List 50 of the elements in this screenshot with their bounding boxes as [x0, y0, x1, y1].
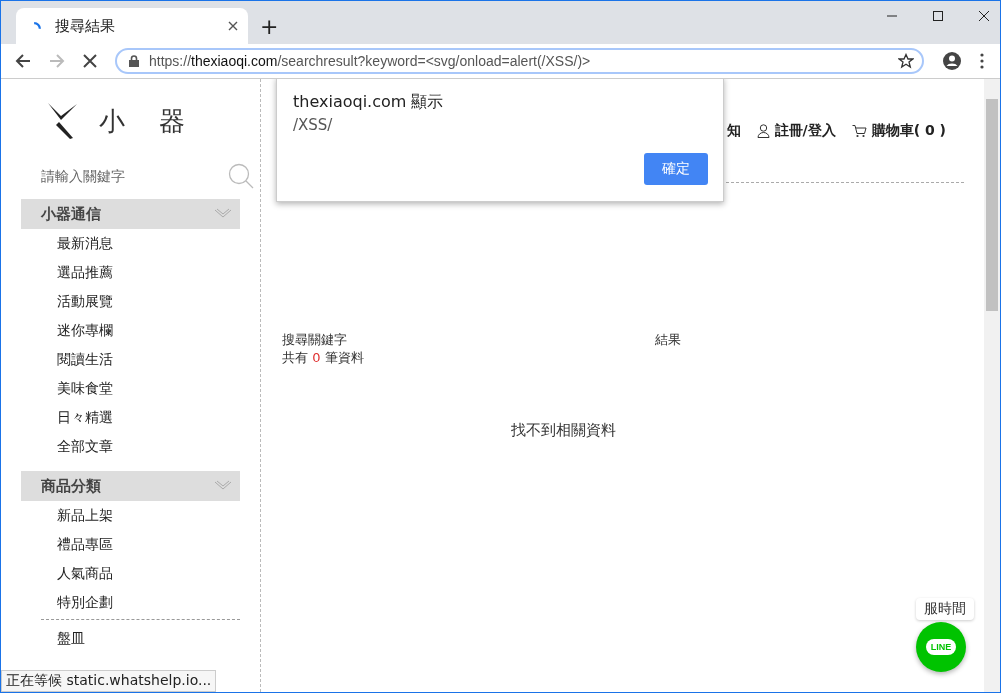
maximize-icon[interactable]	[932, 10, 944, 22]
ok-button[interactable]: 確定	[644, 153, 708, 185]
sidebar-item[interactable]: 禮品專區	[21, 530, 260, 559]
sidebar-item[interactable]: 迷你專欄	[21, 316, 260, 345]
logo-text: 器	[159, 104, 185, 138]
back-arrow-icon[interactable]	[15, 53, 31, 69]
nav-link[interactable]: 知	[726, 122, 741, 140]
sidebar-item[interactable]: 最新消息	[21, 229, 260, 258]
star-icon[interactable]	[898, 53, 914, 69]
address-bar[interactable]: https://thexiaoqi.com/searchresult?keyword=<svg/onload=alert(/XSS/)>	[115, 48, 924, 74]
nav-link[interactable]: 註冊/登入	[756, 122, 836, 140]
menu-icon[interactable]	[980, 53, 984, 69]
sidebar-item[interactable]: 全部文章	[21, 432, 260, 461]
empty-message: 找不到相關資料	[509, 421, 617, 440]
logo-mark-icon	[47, 102, 79, 140]
sidebar-item[interactable]: 閱讀生活	[21, 345, 260, 374]
keyword-label: 搜尋關鍵字	[282, 331, 347, 349]
sidebar-item[interactable]: 特別企劃	[21, 588, 260, 617]
nav-link[interactable]: 購物車( 0 )	[851, 122, 946, 140]
chat-tooltip: 服時間	[916, 598, 974, 620]
result-count: 共有 0 筆資料	[282, 349, 365, 367]
sidebar-item[interactable]: 選品推薦	[21, 258, 260, 287]
sidebar-item[interactable]: 美味食堂	[21, 374, 260, 403]
sidebar-item[interactable]: 人氣商品	[21, 559, 260, 588]
chat-bubble-label: LINE	[925, 639, 957, 655]
browser-tab[interactable]: 搜尋結果	[16, 8, 248, 44]
section-header[interactable]: 小器通信	[21, 199, 240, 229]
sidebar-item[interactable]: 新品上架	[21, 501, 260, 530]
chevron-icon	[214, 480, 232, 492]
close-icon[interactable]	[978, 10, 990, 22]
sidebar-item[interactable]: 盤皿	[21, 624, 260, 653]
dialog-message: /XSS/	[293, 116, 334, 134]
cart-icon	[851, 124, 867, 138]
status-bar: 正在等候 static.whatshelp.io...	[1, 670, 217, 692]
stop-icon[interactable]	[83, 54, 97, 68]
sidebar-item[interactable]: 活動展覽	[21, 287, 260, 316]
new-tab-button[interactable]: +	[256, 14, 283, 39]
sidebar-item[interactable]: 日々精選	[21, 403, 260, 432]
chevron-icon	[214, 208, 232, 220]
url-text: https://thexiaoqi.com/searchresult?keyword=<svg/onload=alert(/XSS/)>	[149, 53, 592, 69]
tab-title: 搜尋結果	[55, 16, 116, 36]
user-icon	[756, 124, 770, 138]
scrollbar[interactable]	[984, 79, 1000, 692]
lock-icon	[129, 55, 139, 67]
result-label: 結果	[655, 331, 681, 349]
profile-icon[interactable]	[942, 51, 962, 71]
close-icon[interactable]	[228, 21, 238, 31]
logo-text: 小	[99, 104, 125, 138]
dialog-title: thexiaoqi.com 顯示	[293, 92, 445, 113]
section-header[interactable]: 商品分類	[21, 471, 240, 501]
